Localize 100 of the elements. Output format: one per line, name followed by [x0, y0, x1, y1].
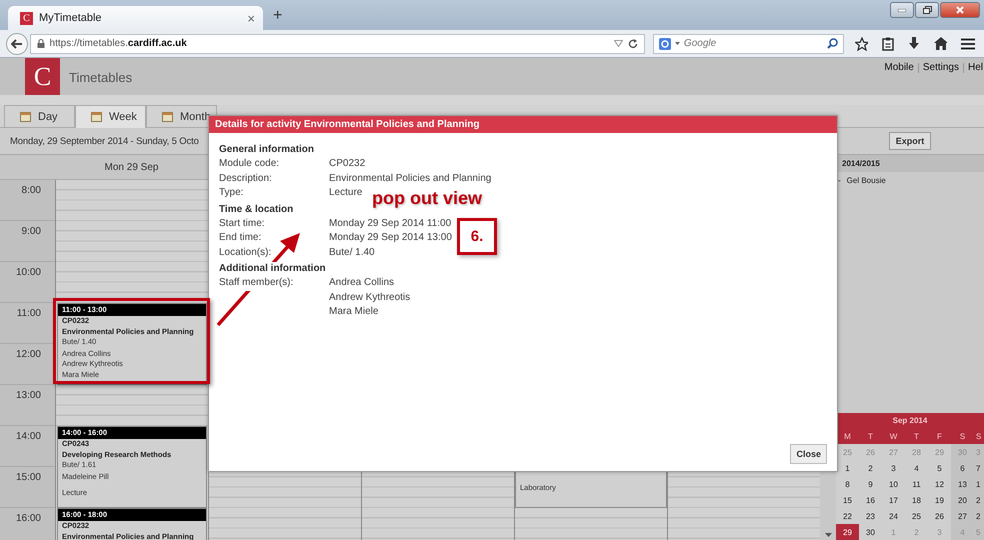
lock-icon [36, 39, 45, 48]
field-label: Staff member(s): [219, 276, 294, 290]
search-icon [826, 38, 838, 49]
calendar-day[interactable]: 26 [928, 508, 951, 524]
restore-icon [922, 6, 932, 14]
dropdown-icon [614, 40, 623, 47]
calendar-day[interactable]: 11 [905, 476, 928, 492]
scroll-down-icon[interactable] [824, 533, 832, 537]
calendar-day[interactable]: 1 [836, 460, 859, 476]
search-engine-icon [658, 38, 671, 50]
star-icon[interactable] [854, 36, 868, 50]
site-logo: C [20, 12, 33, 24]
field-value: CP0232 [329, 157, 366, 171]
month-title: Sep 2014 [836, 413, 984, 428]
calendar-day[interactable]: 12 [928, 476, 951, 492]
year-heading: 2014/2015 [836, 155, 984, 172]
weekday-label: F [936, 430, 943, 442]
view-tab[interactable]: Week [75, 105, 146, 128]
calendar-icon [91, 112, 102, 122]
minimize-icon [898, 8, 906, 12]
calendar-day[interactable]: 15 [836, 492, 859, 508]
header-link[interactable]: Hel [968, 62, 983, 73]
field-value: Mara Miele [329, 305, 380, 319]
field-value: Andrew Kythreotis [329, 290, 410, 304]
home-icon[interactable] [934, 37, 948, 50]
field-label: Location(s): [219, 246, 272, 260]
calendar-day[interactable]: 18 [905, 492, 928, 508]
annotation-caption: pop out view [372, 188, 482, 209]
export-button[interactable]: Export [888, 132, 932, 150]
section-heading: Additional information [219, 262, 326, 276]
calendar-day[interactable]: 2 [974, 492, 984, 508]
calendar-day[interactable]: 29 [836, 524, 859, 540]
field-value: Andrea Collins [329, 276, 396, 290]
close-icon [956, 6, 964, 14]
calendar-day[interactable]: 6 [951, 460, 974, 476]
calendar-day[interactable]: 2 [859, 460, 882, 476]
url-text: https://timetables.cardiff.ac.uk [50, 38, 187, 49]
menu-icon[interactable] [961, 38, 976, 50]
calendar-day[interactable]: 13 [951, 476, 974, 492]
download-icon[interactable] [908, 36, 920, 50]
calendar-day[interactable]: 27 [951, 508, 974, 524]
clipboard-icon[interactable] [882, 36, 894, 50]
calendar-day[interactable]: 4 [905, 460, 928, 476]
hour-label: 14:00 [16, 431, 41, 442]
calendar-day[interactable]: 30 [859, 524, 882, 540]
calendar-icon [20, 112, 31, 122]
close-tab-button[interactable]: × [247, 10, 255, 26]
hour-label: 10:00 [16, 267, 41, 278]
calendar-day[interactable]: 22 [836, 508, 859, 524]
hour-label: 11:00 [16, 308, 41, 319]
logo: C [25, 58, 60, 95]
weekday-label: S [975, 430, 982, 442]
new-tab-button[interactable]: + [273, 7, 282, 25]
close-button[interactable]: Close [790, 444, 827, 464]
list-item[interactable]: Gel Bousie [846, 176, 886, 185]
view-tab[interactable]: Day [4, 105, 75, 127]
caret-icon [674, 42, 680, 45]
hour-label: 8:00 [22, 185, 41, 196]
hour-label: 15:00 [16, 472, 41, 483]
back-button[interactable] [6, 32, 28, 54]
list-bullet: - [838, 176, 841, 185]
calendar-day[interactable]: 16 [859, 492, 882, 508]
field-value: Lecture [329, 186, 362, 200]
minimize-button[interactable] [890, 2, 914, 18]
field-value: Monday 29 Sep 2014 11:00 [329, 216, 452, 230]
calendar-day[interactable]: 10 [882, 476, 905, 492]
weekday-label: S [958, 430, 966, 442]
hour-label: 12:00 [16, 349, 41, 360]
calendar-day[interactable]: 23 [859, 508, 882, 524]
dialog-title: Details for activity Environmental Policies and Planning [209, 116, 837, 133]
calendar-day[interactable]: 7 [974, 460, 984, 476]
calendar-day[interactable]: 8 [836, 476, 859, 492]
hour-label: 9:00 [22, 226, 41, 237]
calendar-day[interactable]: 20 [951, 492, 974, 508]
date-range: Monday, 29 September 2014 - Sunday, 5 Octo [10, 136, 199, 146]
hour-label: 16:00 [16, 513, 41, 524]
restore-button[interactable] [915, 2, 939, 18]
browser-tab[interactable]: C MyTimetable × [8, 6, 263, 30]
close-window-button[interactable] [940, 2, 980, 18]
search-field[interactable]: Google [652, 34, 844, 54]
calendar-day[interactable]: 1 [974, 476, 984, 492]
field-value: Environmental Policies and Planning [329, 172, 492, 186]
reload-icon [628, 38, 638, 48]
field-value: Monday 29 Sep 2014 13:00 [329, 231, 452, 245]
calendar-day[interactable]: 2 [974, 508, 984, 524]
address-field[interactable]: https://timetables.cardiff.ac.uk [30, 34, 645, 54]
calendar-day[interactable]: 24 [882, 508, 905, 524]
hour-label: 13:00 [16, 390, 41, 401]
back-icon [10, 38, 23, 48]
app-title: Timetables [69, 70, 132, 85]
weekday-label: T [913, 430, 920, 442]
calendar-day[interactable]: 17 [882, 492, 905, 508]
calendar-day[interactable]: 3 [882, 460, 905, 476]
calendar-day[interactable]: 25 [905, 508, 928, 524]
header-link[interactable]: Settings [922, 62, 959, 73]
header-link[interactable]: Mobile [884, 62, 914, 73]
calendar-day[interactable]: 5 [928, 460, 951, 476]
calendar-day[interactable]: 9 [859, 476, 882, 492]
calendar-day[interactable]: 19 [928, 492, 951, 508]
field-label: Description: [219, 172, 272, 186]
